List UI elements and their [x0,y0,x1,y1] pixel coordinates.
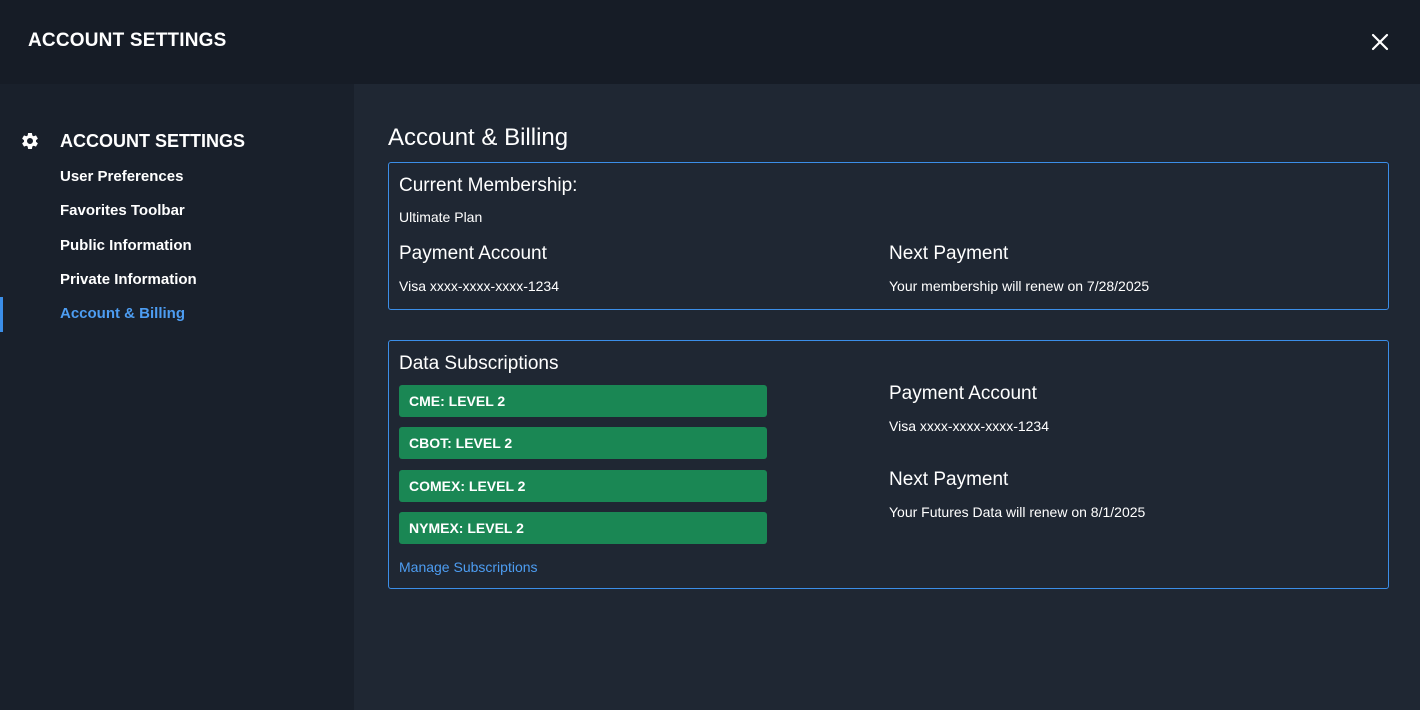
manage-subscriptions-link[interactable]: Manage Subscriptions [399,559,538,575]
gear-icon [22,132,38,149]
modal-title: ACCOUNT SETTINGS [28,30,227,51]
subscriptions-payment-value: Visa xxxx-xxxx-xxxx-1234 [889,418,1050,434]
sidebar-item-private-information[interactable]: Private Information [60,271,197,288]
membership-next-value: Your membership will renew on 7/28/2025 [889,278,1150,294]
membership-next-heading: Next Payment [889,243,1009,264]
data-subscriptions-card: Data Subscriptions CME: LEVEL 2 CBOT: LE… [388,340,1389,589]
page-title: Account & Billing [388,124,569,151]
active-item-indicator [0,297,3,332]
subscriptions-next-value: Your Futures Data will renew on 8/1/2025 [889,504,1146,520]
subscription-badge-nymex: NYMEX: LEVEL 2 [399,512,767,544]
membership-payment-heading: Payment Account [399,243,547,264]
close-button[interactable] [1366,28,1394,56]
membership-plan: Ultimate Plan [399,209,483,225]
sidebar-title: ACCOUNT SETTINGS [60,130,246,151]
sidebar-header: ACCOUNT SETTINGS [20,129,245,153]
sidebar-item-favorites-toolbar[interactable]: Favorites Toolbar [60,202,185,219]
subscription-badge-cme: CME: LEVEL 2 [399,385,767,417]
sidebar-item-account-billing[interactable]: Account & Billing [60,305,185,322]
sidebar: ACCOUNT SETTINGS User Preferences Favori… [0,84,354,710]
close-icon [1371,33,1389,51]
subscription-badge-comex: COMEX: LEVEL 2 [399,470,767,502]
subscriptions-next-heading: Next Payment [889,469,1009,490]
modal-header: ACCOUNT SETTINGS [0,0,1420,84]
membership-card: Current Membership: Ultimate Plan Paymen… [388,162,1389,310]
membership-payment-value: Visa xxxx-xxxx-xxxx-1234 [399,278,560,294]
membership-heading: Current Membership: [399,175,578,196]
sidebar-item-public-information[interactable]: Public Information [60,237,192,254]
sidebar-item-user-preferences[interactable]: User Preferences [60,168,183,185]
main-content: Account & Billing Current Membership: Ul… [354,84,1420,710]
subscriptions-payment-heading: Payment Account [889,383,1037,404]
data-subscriptions-heading: Data Subscriptions [399,353,559,374]
subscription-badge-cbot: CBOT: LEVEL 2 [399,427,767,459]
